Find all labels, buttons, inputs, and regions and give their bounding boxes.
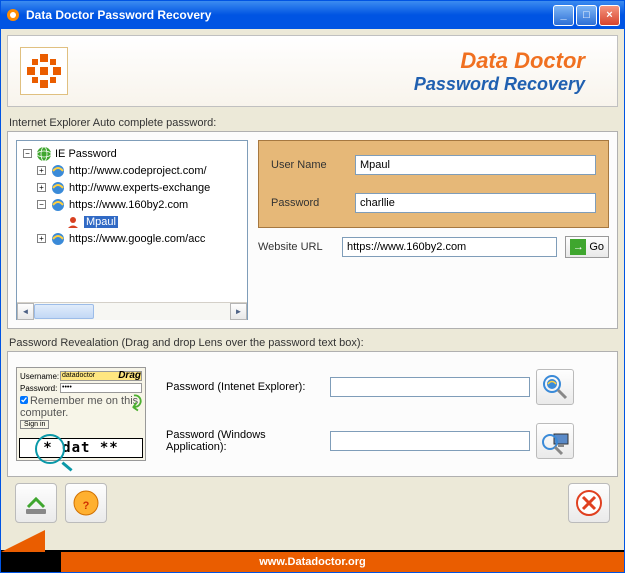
password-tree[interactable]: − IE Password + http://www.codeproject.c… bbox=[16, 140, 248, 320]
username-label: User Name bbox=[271, 159, 347, 171]
ie-lens-button[interactable] bbox=[536, 369, 574, 405]
app-window: Data Doctor Password Recovery _ □ × Data… bbox=[0, 0, 625, 573]
autocomplete-section-label: Internet Explorer Auto complete password… bbox=[9, 117, 618, 129]
globe-icon bbox=[36, 146, 52, 162]
minimize-button[interactable]: _ bbox=[553, 5, 574, 26]
username-input[interactable] bbox=[355, 155, 596, 175]
tree-item-label: http://www.codeproject.com/ bbox=[69, 165, 207, 177]
win-password-label: Password (Windows Application): bbox=[166, 429, 324, 453]
ie-password-input[interactable] bbox=[330, 377, 530, 397]
magnifier-desktop-icon bbox=[540, 426, 570, 456]
content-area: Data Doctor Password Recovery Internet E… bbox=[1, 29, 624, 550]
ie-icon bbox=[50, 197, 66, 213]
footer-url: www.Datadoctor.org bbox=[259, 556, 366, 568]
url-input[interactable] bbox=[342, 237, 557, 257]
tree-item-label: https://www.160by2.com bbox=[69, 199, 188, 211]
tree-expand-icon[interactable]: + bbox=[37, 183, 46, 192]
scroll-left-button[interactable]: ◄ bbox=[17, 303, 34, 320]
password-input[interactable] bbox=[355, 193, 596, 213]
magnifier-ie-icon bbox=[540, 372, 570, 402]
go-button-label: Go bbox=[589, 241, 604, 253]
drag-label: Drag bbox=[118, 370, 141, 381]
ie-icon bbox=[50, 231, 66, 247]
user-icon bbox=[65, 214, 81, 230]
autocomplete-section: − IE Password + http://www.codeproject.c… bbox=[7, 131, 618, 329]
revelation-section-label: Password Revealation (Drag and drop Lens… bbox=[9, 337, 618, 349]
ie-icon bbox=[50, 163, 66, 179]
save-button[interactable] bbox=[15, 483, 57, 523]
revelation-section: Drag ↷ Username:datadoctor Password:••••… bbox=[7, 351, 618, 477]
win-lens-button[interactable] bbox=[536, 423, 574, 459]
bottom-toolbar: ? bbox=[7, 477, 618, 529]
win-password-input[interactable] bbox=[330, 431, 530, 451]
ie-password-label: Password (Intenet Explorer): bbox=[166, 381, 324, 393]
header-banner: Data Doctor Password Recovery bbox=[7, 35, 618, 107]
tree-expand-icon[interactable]: + bbox=[37, 234, 46, 243]
credentials-panel: User Name Password bbox=[258, 140, 609, 228]
password-label: Password bbox=[271, 197, 347, 209]
tree-expand-icon[interactable]: + bbox=[37, 166, 46, 175]
go-button[interactable]: → Go bbox=[565, 236, 609, 258]
magnifier-icon bbox=[35, 434, 65, 464]
lens-demo-image: Drag ↷ Username:datadoctor Password:••••… bbox=[16, 367, 146, 461]
app-icon bbox=[5, 7, 21, 23]
horizontal-scrollbar[interactable]: ◄ ► bbox=[17, 302, 247, 319]
scroll-right-button[interactable]: ► bbox=[230, 303, 247, 320]
save-icon bbox=[22, 489, 50, 517]
tree-item-selected[interactable]: Mpaul bbox=[84, 216, 118, 228]
tree-collapse-icon[interactable]: − bbox=[37, 200, 46, 209]
url-label: Website URL bbox=[258, 241, 334, 253]
maximize-button[interactable]: □ bbox=[576, 5, 597, 26]
tree-collapse-icon[interactable]: − bbox=[23, 149, 32, 158]
window-title: Data Doctor Password Recovery bbox=[26, 8, 551, 22]
ie-icon bbox=[50, 180, 66, 196]
cancel-button[interactable] bbox=[568, 483, 610, 523]
footer-bar: www.Datadoctor.org bbox=[1, 550, 624, 572]
arrow-right-icon: → bbox=[570, 239, 586, 255]
scroll-thumb[interactable] bbox=[34, 304, 94, 319]
help-icon: ? bbox=[72, 489, 100, 517]
logo-icon bbox=[20, 47, 68, 95]
close-button[interactable]: × bbox=[599, 5, 620, 26]
titlebar: Data Doctor Password Recovery _ □ × bbox=[1, 1, 624, 29]
tree-root-label: IE Password bbox=[55, 148, 117, 160]
cancel-icon bbox=[575, 489, 603, 517]
banner-subtitle: Password Recovery bbox=[68, 74, 585, 95]
banner-title: Data Doctor bbox=[68, 48, 585, 74]
help-button[interactable]: ? bbox=[65, 483, 107, 523]
tree-item-label: https://www.google.com/acc bbox=[69, 233, 205, 245]
tree-item-label: http://www.experts-exchange bbox=[69, 182, 210, 194]
svg-text:?: ? bbox=[83, 500, 90, 512]
